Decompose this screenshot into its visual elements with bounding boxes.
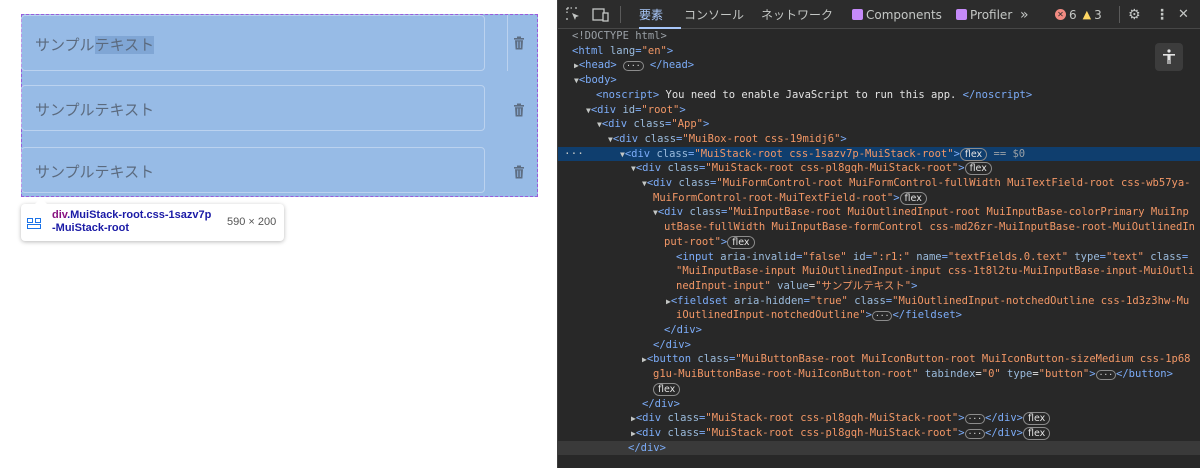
row-divider (507, 15, 508, 71)
trash-icon (514, 103, 524, 117)
dom-node[interactable]: ▼<div class="MuiStack-root css-pl8gqh-Mu… (558, 161, 1200, 176)
text-field-value[interactable]: サンプルテキスト (35, 161, 154, 182)
dom-node[interactable]: ▶<button class="MuiButtonBase-root MuiIc… (558, 352, 1200, 367)
dom-node[interactable]: </div> (558, 440, 1200, 456)
close-devtools-button[interactable]: ✕ (1178, 0, 1189, 29)
settings-button[interactable]: ⚙ (1128, 0, 1141, 29)
issues-counter[interactable]: ✕ 6 ▲ 3 (1055, 0, 1102, 29)
dom-node[interactable]: </div> (558, 338, 1200, 353)
dom-node[interactable]: iOutlinedInput-notchedOutline"> ··· </fiel… (558, 308, 1200, 323)
tooltip-size: 590 × 200 (227, 216, 277, 228)
dom-node[interactable]: MuiFormControl-root-MuiTextField-root"> f… (558, 191, 1200, 206)
warning-count: 3 (1094, 7, 1102, 22)
dom-node[interactable]: g1u-MuiButtonBase-root-MuiIconButton-roo… (558, 367, 1200, 382)
text-field[interactable]: サンプルテキスト (21, 15, 485, 71)
flex-container-icon (27, 216, 41, 234)
close-icon: ✕ (1178, 7, 1189, 22)
dom-node[interactable]: ▼<div class="MuiFormControl-root MuiForm… (558, 176, 1200, 191)
dom-node[interactable]: flex (558, 382, 1200, 397)
inspect-tooltip: div.MuiStack-root.css-1sazv7p -MuiStack-r… (21, 198, 284, 241)
trash-icon (514, 36, 524, 50)
app-viewport: サンプルテキスト サンプルテキスト サンプルテキスト div.MuiStack-… (0, 0, 557, 468)
field-row: サンプルテキスト (21, 15, 538, 71)
react-devtools-icon (852, 9, 863, 20)
error-count: 6 (1069, 7, 1077, 22)
dom-node[interactable]: put-root"> flex (558, 235, 1200, 250)
dom-node-selected[interactable]: ··· ▼<div class="MuiStack-root css-1sazv7… (558, 146, 1200, 162)
dom-node[interactable]: nedInput-input" value="サンプルテキスト"> (558, 279, 1200, 294)
field-row: サンプルテキスト (21, 79, 538, 135)
trash-icon (514, 165, 524, 179)
more-options-button[interactable]: ⋮ (1155, 0, 1169, 29)
dom-node[interactable]: ▶<div class="MuiStack-root css-pl8gqh-Mu… (558, 426, 1200, 441)
field-row: サンプルテキスト (21, 141, 538, 197)
accessibility-icon (1163, 49, 1175, 64)
warning-icon: ▲ (1082, 8, 1092, 21)
accessibility-tree-button[interactable] (1155, 43, 1183, 71)
dom-node[interactable]: ▶<fieldset aria-hidden="true" class="Mui… (558, 294, 1200, 309)
devtools-panel: 要素 コンソール ネットワーク Components Profiler » ✕ 6… (557, 0, 1200, 468)
dom-node[interactable]: <noscript> You need to enable JavaScript… (558, 88, 1200, 103)
error-icon: ✕ (1055, 9, 1066, 20)
toolbar-divider (620, 6, 621, 23)
node-actions-icon[interactable]: ··· (564, 147, 584, 162)
delete-button[interactable] (509, 161, 529, 183)
dom-node[interactable]: ▶<head> ··· </head> (558, 58, 1200, 73)
device-toolbar-icon (592, 7, 609, 22)
tab-components[interactable]: Components (852, 0, 942, 29)
tab-network[interactable]: ネットワーク (761, 0, 833, 29)
tab-elements[interactable]: 要素 (639, 0, 663, 29)
dom-node[interactable]: ▼<div class="MuiInputBase-root MuiOutlin… (558, 205, 1200, 220)
delete-button[interactable] (509, 32, 529, 54)
dom-node[interactable]: utBase-fullWidth MuiInputBase-formContro… (558, 220, 1200, 235)
dom-node[interactable]: ▼<div class="MuiBox-root css-19midj6"> (558, 132, 1200, 147)
dom-tree: <!DOCTYPE html> <html lang="en"> ▶<head>… (558, 29, 1200, 468)
text-field-value[interactable]: サンプルテキスト (35, 34, 155, 55)
tooltip-selector: div.MuiStack-root.css-1sazv7p -MuiStack-r… (52, 209, 212, 234)
dom-node[interactable]: <html lang="en"> (558, 44, 1200, 59)
toolbar-divider (1119, 6, 1120, 23)
react-devtools-icon (956, 9, 967, 20)
settings-icon: ⚙ (1128, 6, 1141, 23)
delete-button[interactable] (509, 99, 529, 121)
dom-node[interactable]: <input aria-invalid="false" id=":r1:" na… (558, 250, 1200, 265)
more-tabs-button[interactable]: » (1020, 0, 1029, 29)
device-toolbar-button[interactable] (592, 0, 609, 29)
devtools-toolbar: 要素 コンソール ネットワーク Components Profiler » ✕ 6… (558, 0, 1200, 29)
dom-node[interactable]: ▶<div class="MuiStack-root css-pl8gqh-Mu… (558, 411, 1200, 426)
tab-profiler[interactable]: Profiler (956, 0, 1012, 29)
text-field[interactable]: サンプルテキスト (21, 147, 485, 193)
dom-node[interactable]: ▼<div class="App"> (558, 117, 1200, 132)
text-field-value[interactable]: サンプルテキスト (35, 99, 154, 120)
dom-node[interactable]: ▼<div id="root"> (558, 103, 1200, 118)
more-vertical-icon: ⋮ (1155, 6, 1169, 23)
text-field[interactable]: サンプルテキスト (21, 85, 485, 131)
dom-node[interactable]: </div> (558, 323, 1200, 338)
tab-console[interactable]: コンソール (684, 0, 744, 29)
dom-node[interactable]: <!DOCTYPE html> (558, 29, 1200, 44)
inspect-element-icon (566, 7, 579, 20)
dom-node[interactable]: </div> (558, 397, 1200, 412)
inspect-element-button[interactable] (566, 0, 581, 29)
dom-node[interactable]: ▼<body> (558, 73, 1200, 88)
dom-node[interactable]: "MuiInputBase-input MuiOutlinedInput-inp… (558, 264, 1200, 279)
